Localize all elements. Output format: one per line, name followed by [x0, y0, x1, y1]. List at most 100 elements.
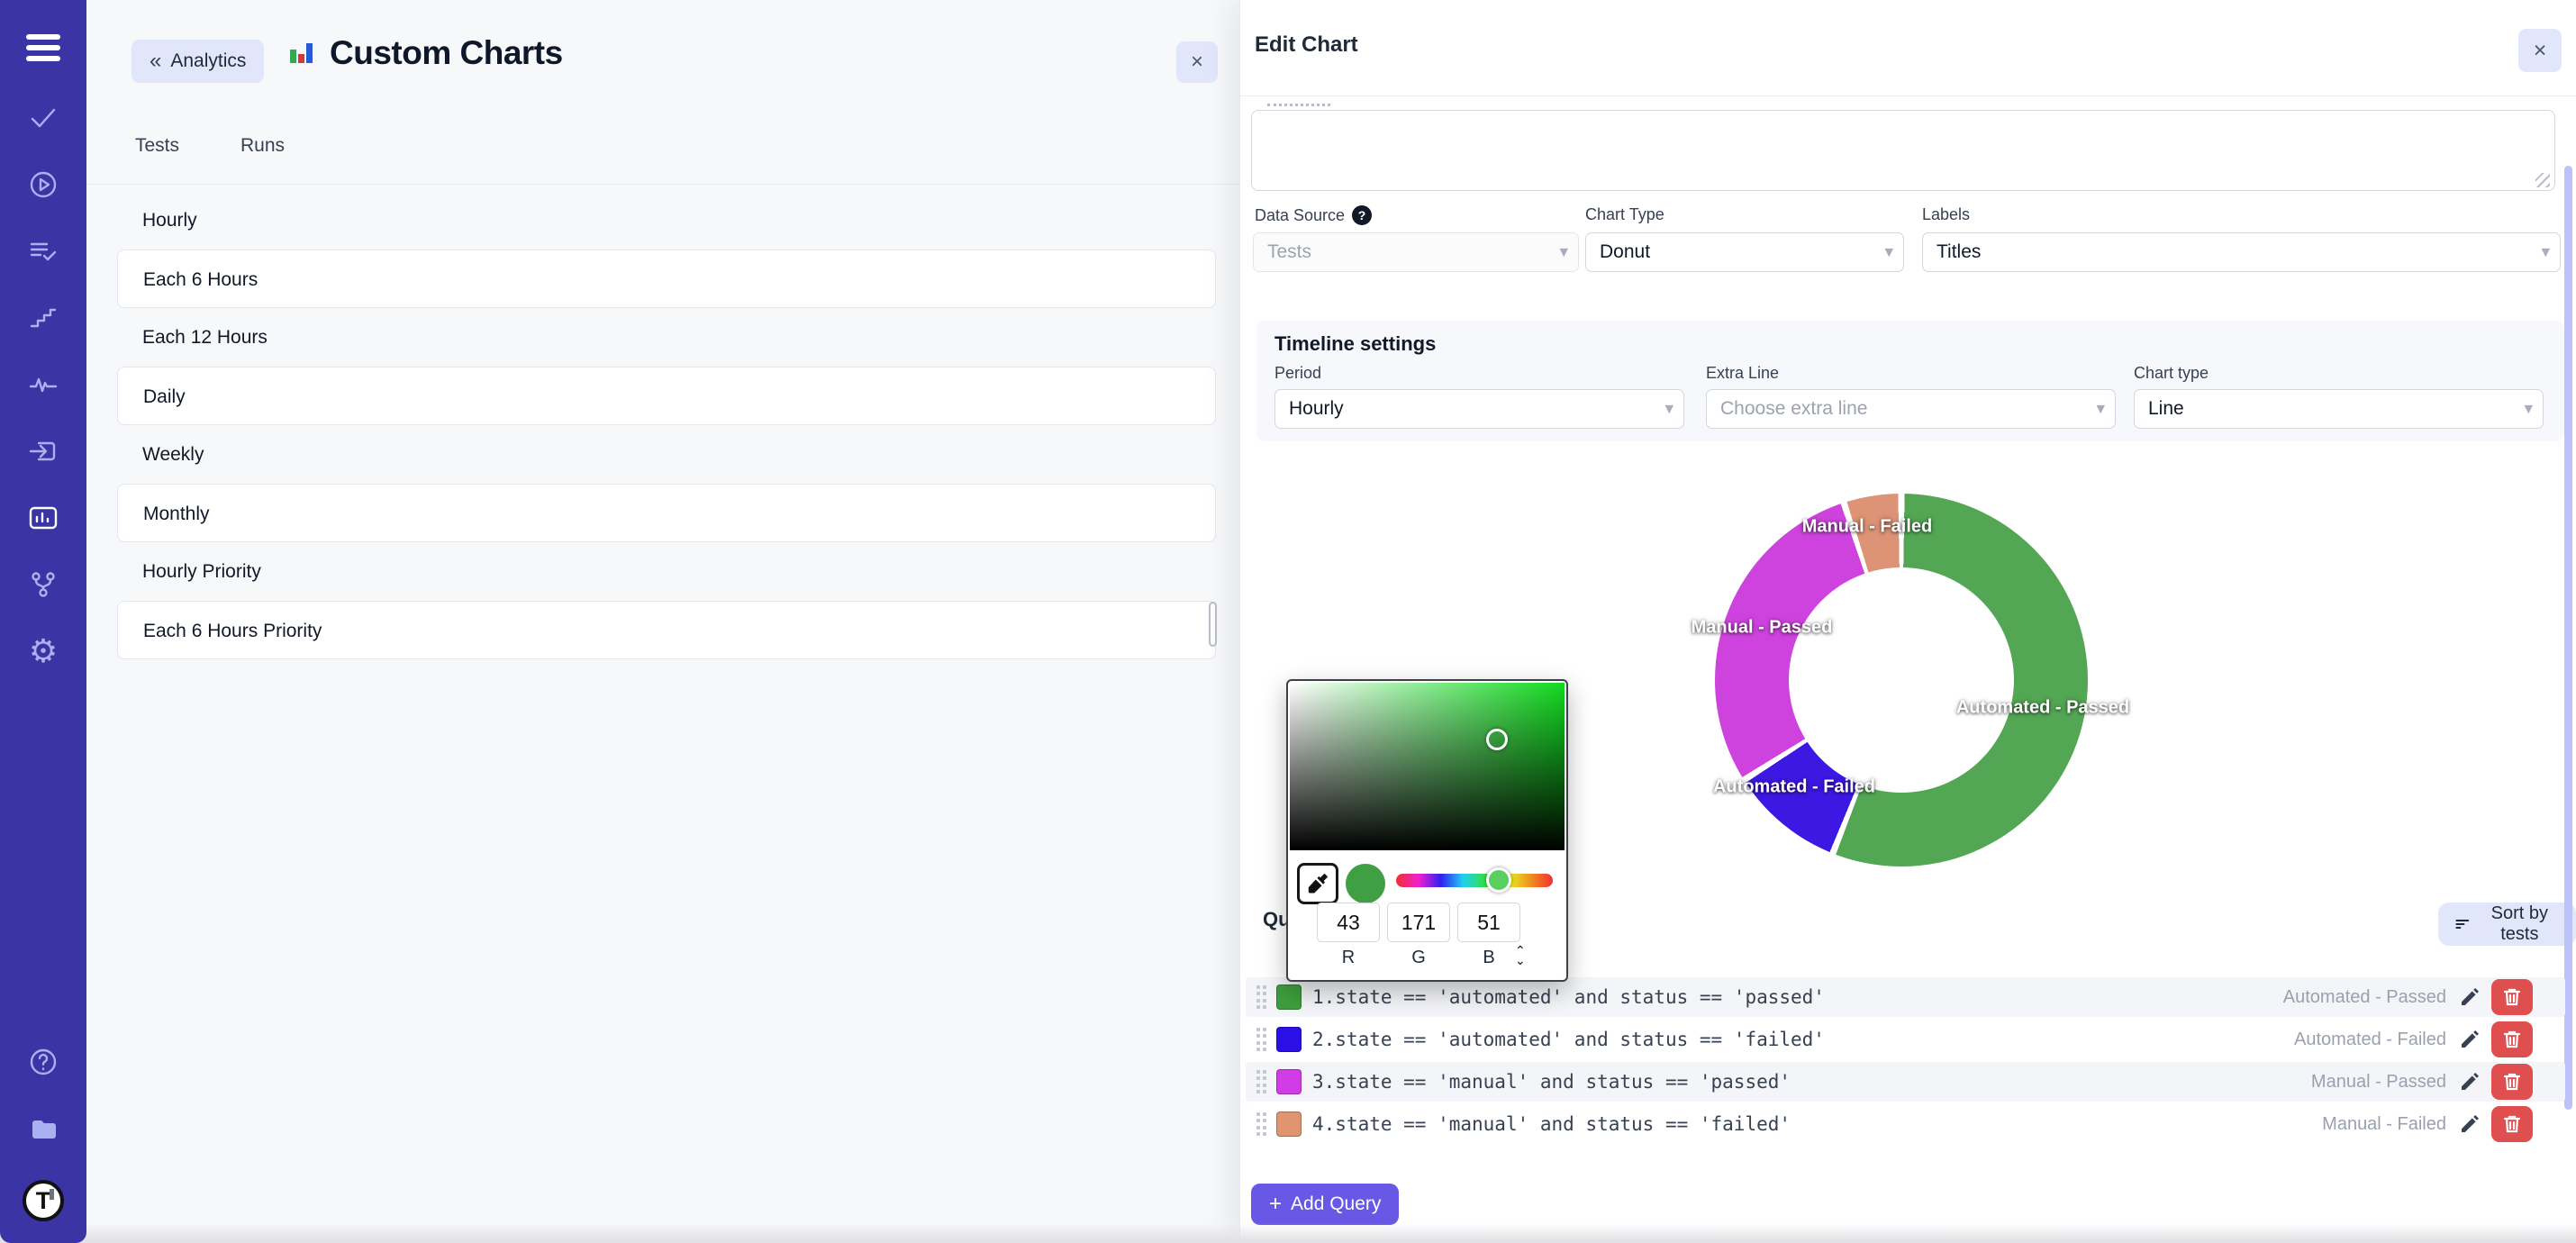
query-color-swatch[interactable] [1276, 1027, 1302, 1052]
chevron-down-icon: ▾ [2524, 399, 2533, 420]
query-row[interactable]: 4.state == 'manual' and status == 'faile… [1246, 1104, 2565, 1144]
drag-handle-icon[interactable] [1256, 1112, 1267, 1136]
trash-icon [2503, 987, 2521, 1007]
green-label: G [1387, 948, 1450, 968]
delete-query-button[interactable] [2491, 1021, 2533, 1057]
steps-icon[interactable] [28, 303, 59, 333]
query-label: Automated - Failed [2294, 1030, 2446, 1050]
query-row[interactable]: 2.state == 'automated' and status == 'fa… [1246, 1020, 2565, 1059]
sign-in-icon[interactable] [28, 436, 59, 467]
drawer-title: Edit Chart [1255, 32, 1358, 58]
drag-handle-icon[interactable] [1256, 985, 1267, 1009]
tabs: Tests Runs [135, 135, 285, 157]
query-row[interactable]: 1.state == 'automated' and status == 'pa… [1246, 977, 2565, 1017]
list-check-icon[interactable] [28, 236, 59, 267]
query-code: 4.state == 'manual' and status == 'faile… [1312, 1113, 2322, 1135]
query-color-swatch[interactable] [1276, 984, 1302, 1010]
folder-icon[interactable] [28, 1113, 59, 1144]
query-color-swatch[interactable] [1276, 1111, 1302, 1137]
gear-icon[interactable]: ⚙ [28, 636, 59, 667]
chevron-down-icon: ▾ [2096, 399, 2105, 420]
play-circle-icon[interactable] [28, 169, 59, 200]
donut-chart[interactable]: Manual - Failed Manual - Passed Automate… [1715, 494, 2088, 866]
left-panel-close-button[interactable]: × [1176, 41, 1218, 83]
edit-pencil-icon[interactable] [2459, 986, 2481, 1008]
delete-query-button[interactable] [2491, 1106, 2533, 1142]
chart-list: Hourly Each 6 Hours Each 12 Hours Daily … [117, 191, 1216, 659]
list-item-hourly[interactable]: Hourly [117, 191, 1216, 250]
drag-handle-icon[interactable] [1256, 1028, 1267, 1051]
check-icon[interactable] [28, 103, 59, 133]
app-logo[interactable]: T [23, 1180, 64, 1221]
help-icon[interactable]: ? [1352, 205, 1372, 225]
edit-pencil-icon[interactable] [2459, 1029, 2481, 1050]
analytics-back-button[interactable]: « Analytics [132, 40, 264, 83]
period-select[interactable]: Hourly▾ [1274, 389, 1684, 429]
help-circle-icon[interactable] [28, 1047, 59, 1077]
sv-cursor[interactable] [1486, 729, 1508, 750]
green-input[interactable] [1387, 903, 1450, 942]
edit-pencil-icon[interactable] [2459, 1113, 2481, 1135]
data-source-select[interactable]: Tests▾ [1253, 232, 1579, 272]
list-item-each-6-hours[interactable]: Each 6 Hours [117, 250, 1216, 308]
list-item-each-12-hours[interactable]: Each 12 Hours [117, 308, 1216, 367]
delete-query-button[interactable] [2491, 979, 2533, 1015]
donut-hole [1789, 567, 2014, 793]
chevron-down-icon: ▾ [1559, 242, 1568, 263]
chart-type-select[interactable]: Donut▾ [1585, 232, 1904, 272]
list-item-weekly[interactable]: Weekly [117, 425, 1216, 484]
add-query-button[interactable]: + Add Query [1251, 1184, 1399, 1225]
drawer-close-button[interactable]: × [2518, 29, 2562, 72]
saturation-value-area[interactable] [1290, 683, 1565, 850]
drag-handle-icon[interactable] [1256, 1070, 1267, 1093]
app-root: ⚙ T « Analytics Custom Charts [0, 0, 2576, 1243]
trash-icon [2503, 1030, 2521, 1049]
timeline-chart-type-select[interactable]: Line▾ [2134, 389, 2544, 429]
timeline-settings-card: Timeline settings Period Extra Line Char… [1256, 321, 2564, 441]
query-code: 1.state == 'automated' and status == 'pa… [1312, 986, 2283, 1008]
list-item-hourly-priority[interactable]: Hourly Priority [117, 542, 1216, 601]
period-label: Period [1274, 364, 1321, 383]
chevron-down-icon: ▾ [1884, 242, 1893, 263]
list-item-each-6-hours-priority[interactable]: Each 6 Hours Priority [117, 601, 1216, 659]
sidebar: ⚙ T [0, 0, 86, 1243]
edit-chart-drawer: Edit Chart × Data Source ? Chart Type La… [1239, 0, 2576, 1243]
chart-title-textarea[interactable] [1251, 110, 2555, 191]
menu-icon[interactable] [26, 29, 60, 67]
chevron-down-icon: ▾ [1664, 399, 1673, 420]
edit-pencil-icon[interactable] [2459, 1071, 2481, 1093]
query-color-swatch[interactable] [1276, 1069, 1302, 1094]
query-list: 1.state == 'automated' and status == 'pa… [1246, 977, 2565, 1147]
current-color-swatch [1346, 864, 1385, 903]
list-item-daily[interactable]: Daily [117, 367, 1216, 425]
labels-label: Labels [1922, 205, 1970, 224]
color-mode-toggle-icon[interactable]: ⌃⌄ [1515, 946, 1526, 966]
extra-line-select[interactable]: Choose extra line▾ [1706, 389, 2116, 429]
eyedropper-icon [1306, 872, 1329, 895]
delete-query-button[interactable] [2491, 1064, 2533, 1100]
analytics-back-label: Analytics [170, 50, 246, 72]
red-label: R [1317, 948, 1380, 968]
close-icon: × [2534, 38, 2547, 64]
query-row[interactable]: 3.state == 'manual' and status == 'passe… [1246, 1062, 2565, 1102]
red-input[interactable] [1317, 903, 1380, 942]
sort-by-tests-button[interactable]: Sort by tests [2438, 903, 2576, 946]
eyedropper-button[interactable] [1297, 863, 1338, 904]
blue-input[interactable] [1457, 903, 1520, 942]
activity-icon[interactable] [28, 369, 59, 400]
left-list-scrollbar[interactable] [1209, 602, 1217, 647]
tab-tests[interactable]: Tests [135, 135, 179, 157]
chart-type-label: Chart Type [1585, 205, 1664, 224]
colored-bar-chart-icon [286, 38, 317, 68]
git-branch-icon[interactable] [28, 569, 59, 600]
chevrons-left-icon: « [150, 49, 161, 74]
list-item-monthly[interactable]: Monthly [117, 484, 1216, 542]
donut-label-manual-failed: Manual - Failed [1802, 517, 1932, 538]
tab-runs[interactable]: Runs [240, 135, 285, 157]
hue-slider-thumb[interactable] [1486, 867, 1511, 893]
bar-chart-icon[interactable] [28, 503, 59, 533]
labels-select[interactable]: Titles▾ [1922, 232, 2561, 272]
drawer-scrollbar[interactable] [2564, 166, 2572, 1110]
trash-icon [2503, 1072, 2521, 1092]
hue-slider[interactable] [1396, 874, 1553, 887]
